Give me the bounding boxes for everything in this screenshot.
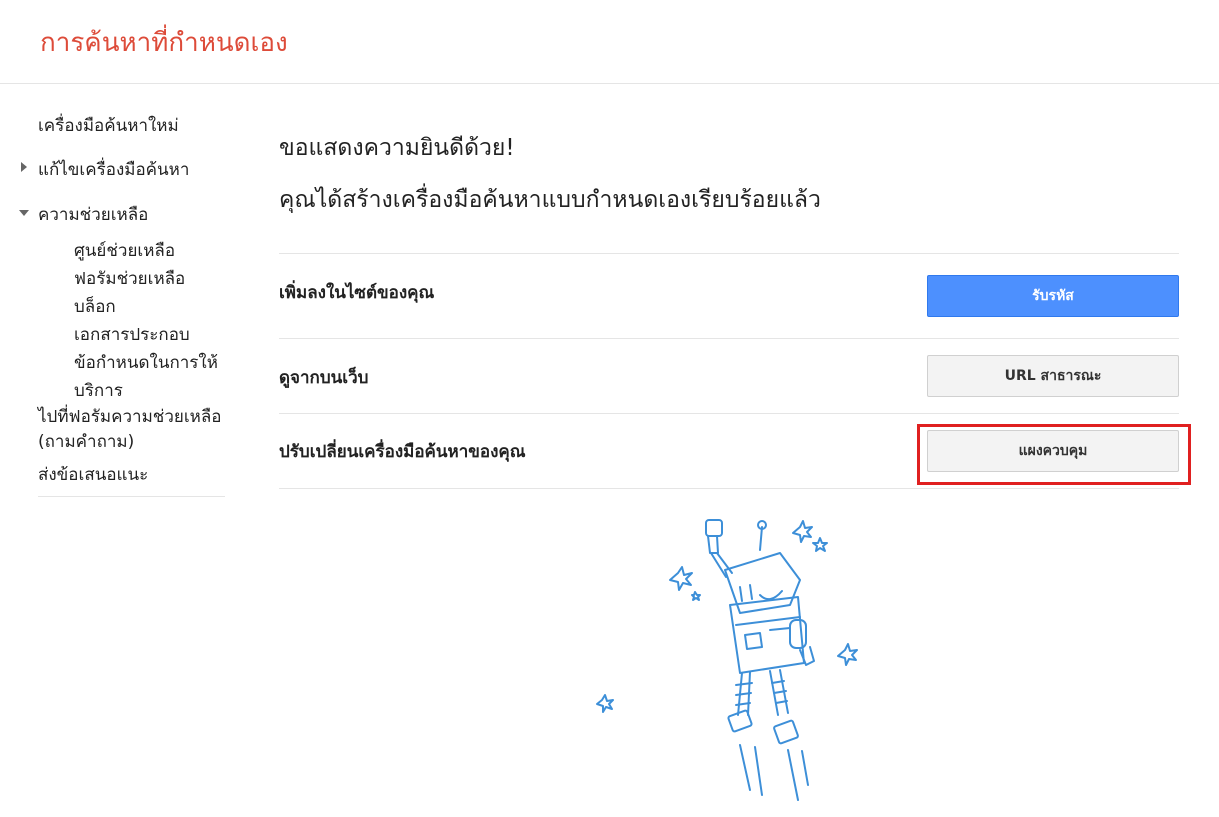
sidebar-forum-link[interactable]: ไปที่ฟอรัมความช่วยเหลือ <box>38 403 222 430</box>
get-code-button[interactable]: รับรหัส <box>927 275 1179 317</box>
robot-illustration <box>596 519 858 801</box>
sidebar-subitem-blog[interactable]: บล็อก <box>74 293 116 320</box>
robot-fist <box>705 519 723 537</box>
congrats-heading: ขอแสดงความยินดีด้วย! <box>279 135 515 161</box>
robot-foot <box>773 719 799 745</box>
row-label-add-to-site: เพิ่มลงในไซต์ของคุณ <box>279 283 435 303</box>
triangle-down-icon[interactable] <box>19 210 29 216</box>
star-icon <box>837 643 858 666</box>
divider <box>279 413 1179 414</box>
divider <box>279 253 1179 254</box>
header: การค้นหาที่กำหนดเอง <box>0 0 1219 84</box>
sidebar-item-edit-engine[interactable]: แก้ไขเครื่องมือค้นหา <box>38 156 189 183</box>
sidebar-subitem-documentation[interactable]: เอกสารประกอบ <box>74 321 190 348</box>
robot-antenna <box>759 526 763 551</box>
app-title[interactable]: การค้นหาที่กำหนดเอง <box>40 22 288 63</box>
star-icon <box>669 566 693 591</box>
robot-arm <box>789 619 807 649</box>
sidebar-subitem-help-center[interactable]: ศูนย์ช่วยเหลือ <box>74 237 175 264</box>
row-label-view-on-web: ดูจากบนเว็บ <box>279 368 369 388</box>
sidebar-subitem-terms-line1[interactable]: ข้อกำหนดในการให้ <box>74 349 218 376</box>
sidebar-feedback-link[interactable]: ส่งข้อเสนอแนะ <box>38 461 148 488</box>
star-icon <box>792 520 813 543</box>
sidebar-item-new-engine[interactable]: เครื่องมือค้นหาใหม่ <box>38 112 179 139</box>
highlight-box <box>917 424 1191 485</box>
star-icon <box>812 537 828 552</box>
created-message: คุณได้สร้างเครื่องมือค้นหาแบบกำหนดเองเรี… <box>279 187 821 213</box>
row-label-modify-engine: ปรับเปลี่ยนเครื่องมือค้นหาของคุณ <box>279 442 526 462</box>
triangle-right-icon[interactable] <box>21 162 27 172</box>
robot-raised-arm <box>707 535 719 554</box>
sidebar-divider <box>38 496 225 497</box>
star-icon <box>596 694 614 713</box>
sidebar-item-help[interactable]: ความช่วยเหลือ <box>38 201 148 228</box>
sidebar-subitem-terms-line2[interactable]: บริการ <box>74 377 123 404</box>
divider <box>279 338 1179 339</box>
robot-foot <box>727 709 753 733</box>
star-icon <box>691 591 701 601</box>
divider <box>279 488 1179 489</box>
public-url-button[interactable]: URL สาธารณะ <box>927 355 1179 397</box>
sidebar-forum-link-sub[interactable]: (ถามคำถาม) <box>38 428 134 455</box>
sidebar-subitem-help-forum[interactable]: ฟอรัมช่วยเหลือ <box>74 265 185 292</box>
